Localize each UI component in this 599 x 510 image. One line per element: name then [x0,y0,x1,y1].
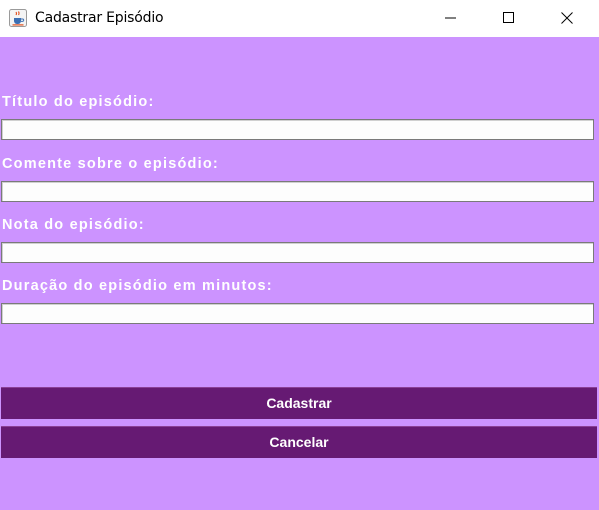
episode-rating-label: Nota do episódio: [2,217,145,233]
close-button[interactable] [538,0,596,36]
episode-rating-field[interactable] [1,242,594,263]
minimize-button[interactable] [422,0,480,36]
cancel-button[interactable]: Cancelar [1,426,597,458]
register-button[interactable]: Cadastrar [1,387,597,419]
episode-comment-label: Comente sobre o episódio: [2,156,219,172]
java-coffee-cup-icon [9,9,27,27]
minimize-icon [445,17,456,19]
episode-comment-field[interactable] [1,181,594,202]
title-bar: Cadastrar Episódio [0,0,599,36]
episode-duration-label: Duração do episódio em minutos: [2,278,273,294]
maximize-button[interactable] [480,0,538,36]
close-icon [561,12,573,24]
maximize-icon [503,12,514,23]
window-title: Cadastrar Episódio [35,10,164,26]
episode-duration-field[interactable] [1,303,594,324]
episode-title-label: Título do episódio: [2,94,155,110]
form-panel: Título do episódio: Comente sobre o epis… [0,37,599,510]
episode-title-field[interactable] [1,119,594,140]
